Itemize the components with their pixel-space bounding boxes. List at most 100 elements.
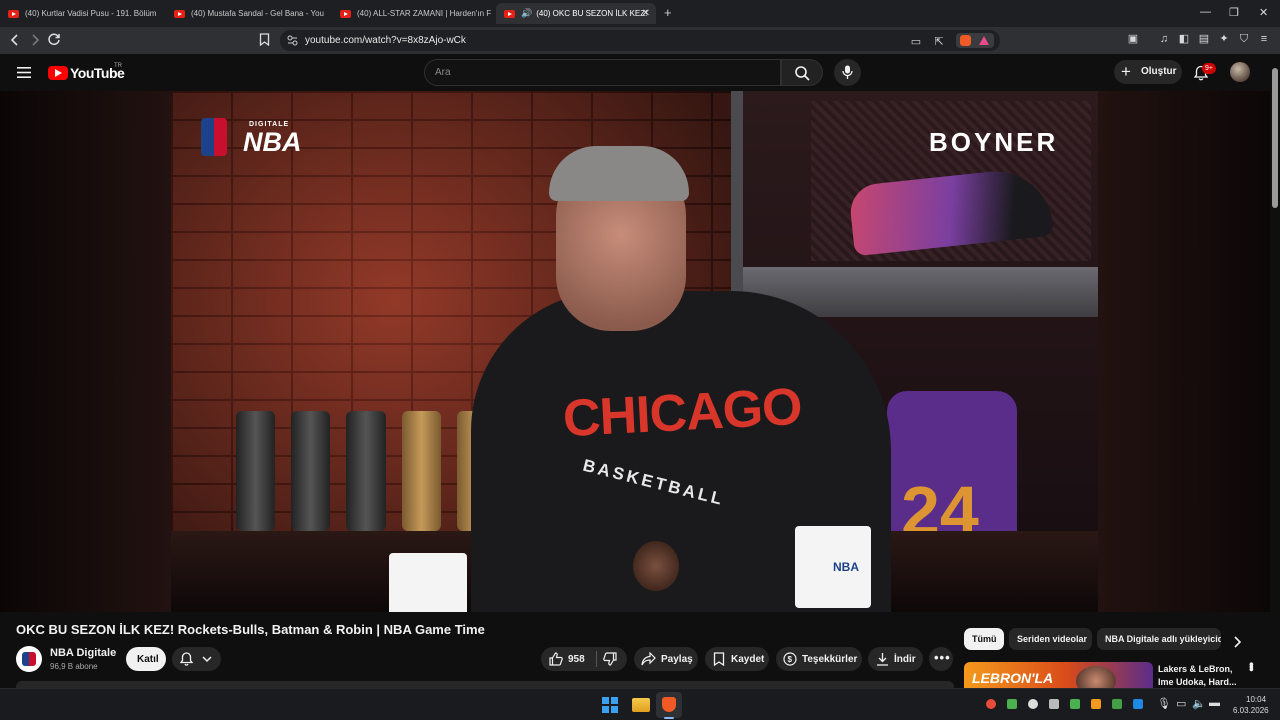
volume-icon[interactable]: 🔈: [1192, 697, 1206, 710]
like-count: 958: [568, 654, 585, 665]
file-explorer-icon[interactable]: [632, 698, 650, 712]
vpn-icon[interactable]: ⛉: [1238, 33, 1250, 45]
subscription-bell-button[interactable]: [172, 647, 221, 671]
restore-icon[interactable]: ❐: [1229, 6, 1239, 19]
leo-ai-icon[interactable]: ✦: [1218, 33, 1230, 45]
tray-app-icon[interactable]: [1112, 699, 1122, 709]
hamburger-menu-icon[interactable]: [17, 67, 31, 78]
chevron-right-icon[interactable]: [1233, 636, 1242, 648]
youtube-favicon-icon: [504, 9, 515, 18]
back-icon[interactable]: [9, 34, 21, 46]
create-button[interactable]: + Oluştur: [1114, 60, 1182, 84]
tray-app-icon[interactable]: [1070, 699, 1080, 709]
download-button[interactable]: İndir: [868, 647, 923, 671]
search-input[interactable]: Ara: [424, 59, 781, 86]
region-code: TR: [114, 63, 122, 69]
taskbar-brave-active[interactable]: [656, 692, 682, 718]
clock-date[interactable]: 6.03.2026: [1233, 706, 1269, 715]
recommended-title-line1[interactable]: Lakers & LeBron,: [1158, 664, 1233, 674]
thanks-button[interactable]: $ Teşekkürler: [776, 647, 862, 671]
active-indicator: [664, 717, 674, 719]
more-vertical-icon[interactable]: •••: [1244, 662, 1259, 670]
search-button[interactable]: [781, 59, 823, 86]
tab-title: (40) ALL-STAR ZAMANI | Harden'ın F: [357, 9, 492, 18]
recommended-title-line2[interactable]: Ime Udoka, Hard...: [1158, 677, 1237, 687]
microphone-tray-icon[interactable]: 🎙: [1157, 697, 1171, 710]
save-playlist-icon: [713, 652, 725, 666]
chip-series-videos[interactable]: Seriden videolar: [1009, 628, 1092, 650]
video-frame: 24 CHICAGO BASKETBALL NBA DIGITALE NBA B…: [171, 91, 1098, 612]
tab-close-icon[interactable]: ✕: [642, 8, 650, 19]
download-icon: [877, 653, 888, 666]
network-icon[interactable]: ▭: [1176, 697, 1186, 710]
sidebar-icon[interactable]: ◧: [1178, 33, 1190, 45]
tray-app-icon[interactable]: [1049, 699, 1059, 709]
channel-name[interactable]: NBA Digitale: [50, 647, 116, 659]
forward-icon[interactable]: [29, 34, 41, 46]
minimize-icon[interactable]: —: [1200, 6, 1211, 18]
battery-icon[interactable]: ▬: [1209, 697, 1220, 709]
wallet-icon[interactable]: ▤: [1198, 33, 1210, 45]
reader-mode-icon[interactable]: ▣: [1127, 33, 1139, 45]
brave-shield-icon[interactable]: [960, 35, 971, 46]
bookmark-icon[interactable]: [259, 33, 270, 46]
close-window-icon[interactable]: ✕: [1259, 6, 1268, 19]
avatar[interactable]: [1230, 62, 1250, 82]
channel-avatar[interactable]: [16, 646, 42, 672]
page-scrollbar[interactable]: [1270, 60, 1280, 688]
tray-app-icon[interactable]: [1091, 699, 1101, 709]
clock-time[interactable]: 10:04: [1246, 695, 1266, 704]
tray-app-icon[interactable]: [986, 699, 996, 709]
thumbs-up-icon[interactable]: [549, 652, 563, 666]
browser-tab[interactable]: (40) ALL-STAR ZAMANI | Harden'ın F: [332, 3, 492, 24]
chip-uploader[interactable]: NBA Digitale adlı yükleyicid: [1097, 628, 1221, 650]
more-actions-button[interactable]: •••: [929, 647, 953, 671]
brave-rewards-icon[interactable]: [979, 36, 989, 45]
address-bar[interactable]: youtube.com/watch?v=8x8zAjo-wCk ▭ ⇱: [280, 30, 1000, 51]
chevron-down-icon: [202, 656, 212, 663]
description-box[interactable]: [16, 681, 954, 688]
recommended-thumbnail[interactable]: LEBRON'LA: [964, 662, 1153, 688]
share-page-icon[interactable]: ⇱: [933, 36, 945, 48]
browser-tab-active[interactable]: 🔊 (40) OKC BU SEZON İLK KEZ! ✕: [496, 3, 656, 24]
brave-icon: [662, 697, 676, 712]
chip-all[interactable]: Tümü: [964, 628, 1004, 650]
browser-tab[interactable]: (40) Mustafa Sandal - Gel Bana - You: [166, 3, 326, 24]
browser-tab[interactable]: (40) Kurtlar Vadisi Pusu - 191. Bölüm: [0, 3, 160, 24]
tray-app-icon[interactable]: [1028, 699, 1038, 709]
scrollbar-thumb[interactable]: [1272, 68, 1278, 208]
youtube-logo-icon[interactable]: [48, 66, 68, 80]
menu-icon[interactable]: ≡: [1258, 33, 1270, 45]
shields-group: [956, 33, 994, 48]
share-button[interactable]: Paylaş: [634, 647, 698, 671]
tray-app-icon[interactable]: [1007, 699, 1017, 709]
join-button[interactable]: Katıl: [126, 647, 166, 671]
figurine: [633, 541, 679, 591]
nba-digitale-watermark: NBA: [243, 127, 302, 157]
voice-search-button[interactable]: [834, 59, 861, 86]
save-button[interactable]: Kaydet: [705, 647, 769, 671]
microphone-icon: [842, 65, 853, 79]
reload-icon[interactable]: [48, 33, 61, 46]
thumbs-down-icon[interactable]: [603, 652, 617, 666]
tray-app-icon[interactable]: [1133, 699, 1143, 709]
windows-taskbar: 🎙 ▭ 🔈 ▬ 10:04 6.03.2026: [0, 688, 1280, 720]
browser-tab-strip: (40) Kurtlar Vadisi Pusu - 191. Bölüm (4…: [0, 0, 1280, 27]
video-player[interactable]: 24 CHICAGO BASKETBALL NBA DIGITALE NBA B…: [0, 91, 1280, 612]
site-info-icon[interactable]: [287, 35, 298, 46]
mug-right: NBA: [795, 526, 871, 608]
cast-icon[interactable]: ▭: [910, 36, 922, 48]
shirt-chicago-text: CHICAGO: [561, 377, 803, 449]
speaker-icon: 🔊: [521, 8, 533, 18]
youtube-header: YouTube TR Ara + Oluştur 9+: [0, 54, 1280, 91]
youtube-favicon-icon: [340, 9, 351, 18]
thanks-label: Teşekkürler: [802, 654, 858, 665]
search-placeholder: Ara: [435, 67, 451, 78]
notification-count-badge: 9+: [1202, 63, 1216, 74]
like-dislike-group: 958: [541, 647, 627, 671]
start-windows-icon[interactable]: [602, 697, 618, 713]
new-tab-button[interactable]: +: [664, 5, 672, 20]
youtube-favicon-icon: [8, 9, 19, 18]
tab-title: (40) Mustafa Sandal - Gel Bana - You: [191, 9, 324, 18]
media-icon[interactable]: ♫: [1158, 33, 1170, 45]
